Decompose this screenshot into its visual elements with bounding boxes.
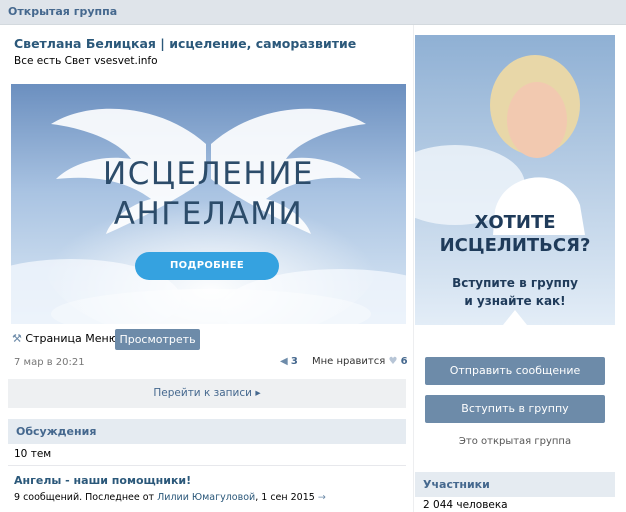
topic-meta: 9 сообщений. Последнее от Лилии Юмагулов… xyxy=(14,492,326,503)
goto-post-label: Перейти к записи xyxy=(153,387,252,399)
members-count: 2 044 человека xyxy=(423,499,508,511)
share-button[interactable]: ◀ 3 xyxy=(280,356,298,367)
banner-title-line1: ИСЦЕЛЕНИЕ xyxy=(103,156,314,192)
heart-icon: ♥ xyxy=(388,356,398,367)
promo-image[interactable]: ХОТИТЕ ИСЦЕЛИТЬСЯ? Вступите в группу и у… xyxy=(415,35,615,325)
topic-author[interactable]: Лилии Юмагуловой xyxy=(157,492,255,503)
wrench-icon: ⚒ xyxy=(12,332,22,345)
chevron-right-icon: ▸ xyxy=(255,387,261,399)
promo-sub-line1: Вступите в группу xyxy=(452,276,578,290)
members-title: Участники xyxy=(423,478,490,491)
banner-title-line2: АНГЕЛАМИ xyxy=(113,196,304,232)
open-group-note: Это открытая группа xyxy=(458,436,572,447)
group-status: Все есть Свет vsesvet.info xyxy=(14,55,158,67)
like-button[interactable]: Мне нравится ♥ 6 xyxy=(312,356,408,367)
like-label: Мне нравится xyxy=(312,356,386,367)
share-count: 3 xyxy=(290,356,298,367)
post-date[interactable]: 7 мар в 20:21 xyxy=(14,357,85,368)
send-message-button[interactable]: Отправить сообщение xyxy=(425,357,605,385)
group-title: Светлана Белицкая | исцеление, саморазви… xyxy=(14,36,357,51)
promo-sub-line2: и узнайте как! xyxy=(464,294,566,308)
more-button[interactable]: ПОДРОБНЕЕ xyxy=(135,252,279,280)
promo-heading-line2: ИСЦЕЛИТЬСЯ? xyxy=(439,235,591,256)
megaphone-icon: ◀ xyxy=(280,356,288,367)
divider xyxy=(8,465,406,466)
discussions-header[interactable]: Обсуждения xyxy=(8,419,406,444)
discussions-count: 10 тем xyxy=(14,448,52,460)
like-count: 6 xyxy=(400,356,408,367)
menu-page-row[interactable]: ⚒ Страница Меню xyxy=(12,332,118,345)
promo-heading-line1: ХОТИТЕ xyxy=(474,212,556,233)
cover-banner[interactable]: ИСЦЕЛЕНИЕ АНГЕЛАМИ ПОДРОБНЕЕ xyxy=(11,84,406,324)
topic-date: , 1 сен 2015 xyxy=(255,492,315,503)
topic-title[interactable]: Ангелы - наши помощники! xyxy=(14,474,191,487)
group-type-bar: Открытая группа xyxy=(0,0,626,25)
join-group-button[interactable]: Вступить в группу xyxy=(425,395,605,423)
discussions-title: Обсуждения xyxy=(16,425,97,438)
members-header[interactable]: Участники xyxy=(415,472,615,497)
goto-post-button[interactable]: Перейти к записи ▸ xyxy=(8,379,406,408)
menu-page-label: Страница Меню xyxy=(25,332,118,345)
topic-meta-prefix: 9 сообщений. Последнее от xyxy=(14,492,155,503)
view-menu-button[interactable]: Просмотреть xyxy=(115,329,200,350)
arrow-right-icon[interactable]: → xyxy=(318,492,326,503)
group-type-label: Открытая группа xyxy=(8,5,118,18)
